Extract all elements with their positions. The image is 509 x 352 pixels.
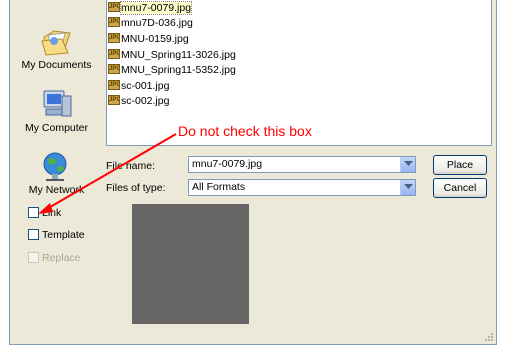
link-checkbox[interactable]: Link (28, 207, 61, 221)
image-preview (132, 204, 249, 324)
file-name-dropdown-button[interactable] (400, 157, 415, 172)
link-label: Link (42, 207, 62, 219)
my-computer-icon (43, 90, 71, 117)
my-documents-icon (40, 30, 71, 56)
jpg-file-icon: JPG (108, 80, 120, 90)
jpg-file-icon: JPG (108, 2, 120, 12)
file-name-value: mnu7-0079.jpg (192, 158, 263, 170)
place-dialog: My Documents My Computer My Network JPGm… (9, 0, 497, 345)
chevron-down-icon (404, 161, 413, 166)
file-name-field[interactable]: mnu7-0079.jpg (188, 156, 416, 173)
place-label: My Network (28, 184, 85, 196)
list-item[interactable]: JPGMNU_Spring11-3026.jpg (108, 49, 236, 62)
annotation-text: Do not check this box (178, 123, 312, 139)
file-type-label: Files of type: (106, 182, 166, 194)
place-my-documents[interactable]: My Documents (10, 3, 103, 71)
my-network-icon (43, 152, 66, 181)
checkbox-box[interactable] (28, 229, 39, 240)
chevron-down-icon (404, 184, 413, 189)
list-item[interactable]: JPGMNU-0159.jpg (108, 33, 189, 46)
checkbox-box (28, 252, 39, 263)
place-my-computer[interactable]: My Computer (10, 88, 103, 134)
resize-grip-icon[interactable] (484, 332, 494, 342)
jpg-file-icon: JPG (108, 64, 120, 74)
file-name-label: File name: (106, 160, 156, 172)
replace-checkbox: Replace (28, 252, 81, 266)
file-type-dropdown-button[interactable] (400, 180, 415, 195)
list-item[interactable]: JPGsc-002.jpg (108, 95, 169, 108)
list-item[interactable]: JPGsc-001.jpg (108, 80, 169, 93)
cancel-button[interactable]: Cancel (433, 178, 487, 198)
checkbox-box[interactable] (28, 207, 39, 218)
places-bar: My Documents My Computer My Network (10, 0, 103, 198)
list-item[interactable]: JPGmnu7D-036.jpg (108, 17, 193, 30)
list-item[interactable]: JPGmnu7-0079.jpg (108, 1, 193, 15)
place-label: My Documents (21, 59, 92, 71)
place-my-network[interactable]: My Network (10, 150, 103, 196)
template-checkbox[interactable]: Template (28, 229, 85, 243)
replace-label: Replace (42, 252, 81, 264)
jpg-file-icon: JPG (108, 17, 120, 27)
template-label: Template (42, 229, 85, 241)
list-item[interactable]: JPGMNU_Spring11-5352.jpg (108, 64, 236, 77)
file-type-value: All Formats (192, 181, 246, 193)
jpg-file-icon: JPG (108, 49, 120, 59)
jpg-file-icon: JPG (108, 33, 120, 43)
place-button[interactable]: Place (433, 155, 487, 175)
place-label: My Computer (24, 122, 88, 134)
jpg-file-icon: JPG (108, 95, 120, 105)
file-type-select[interactable]: All Formats (188, 179, 416, 196)
